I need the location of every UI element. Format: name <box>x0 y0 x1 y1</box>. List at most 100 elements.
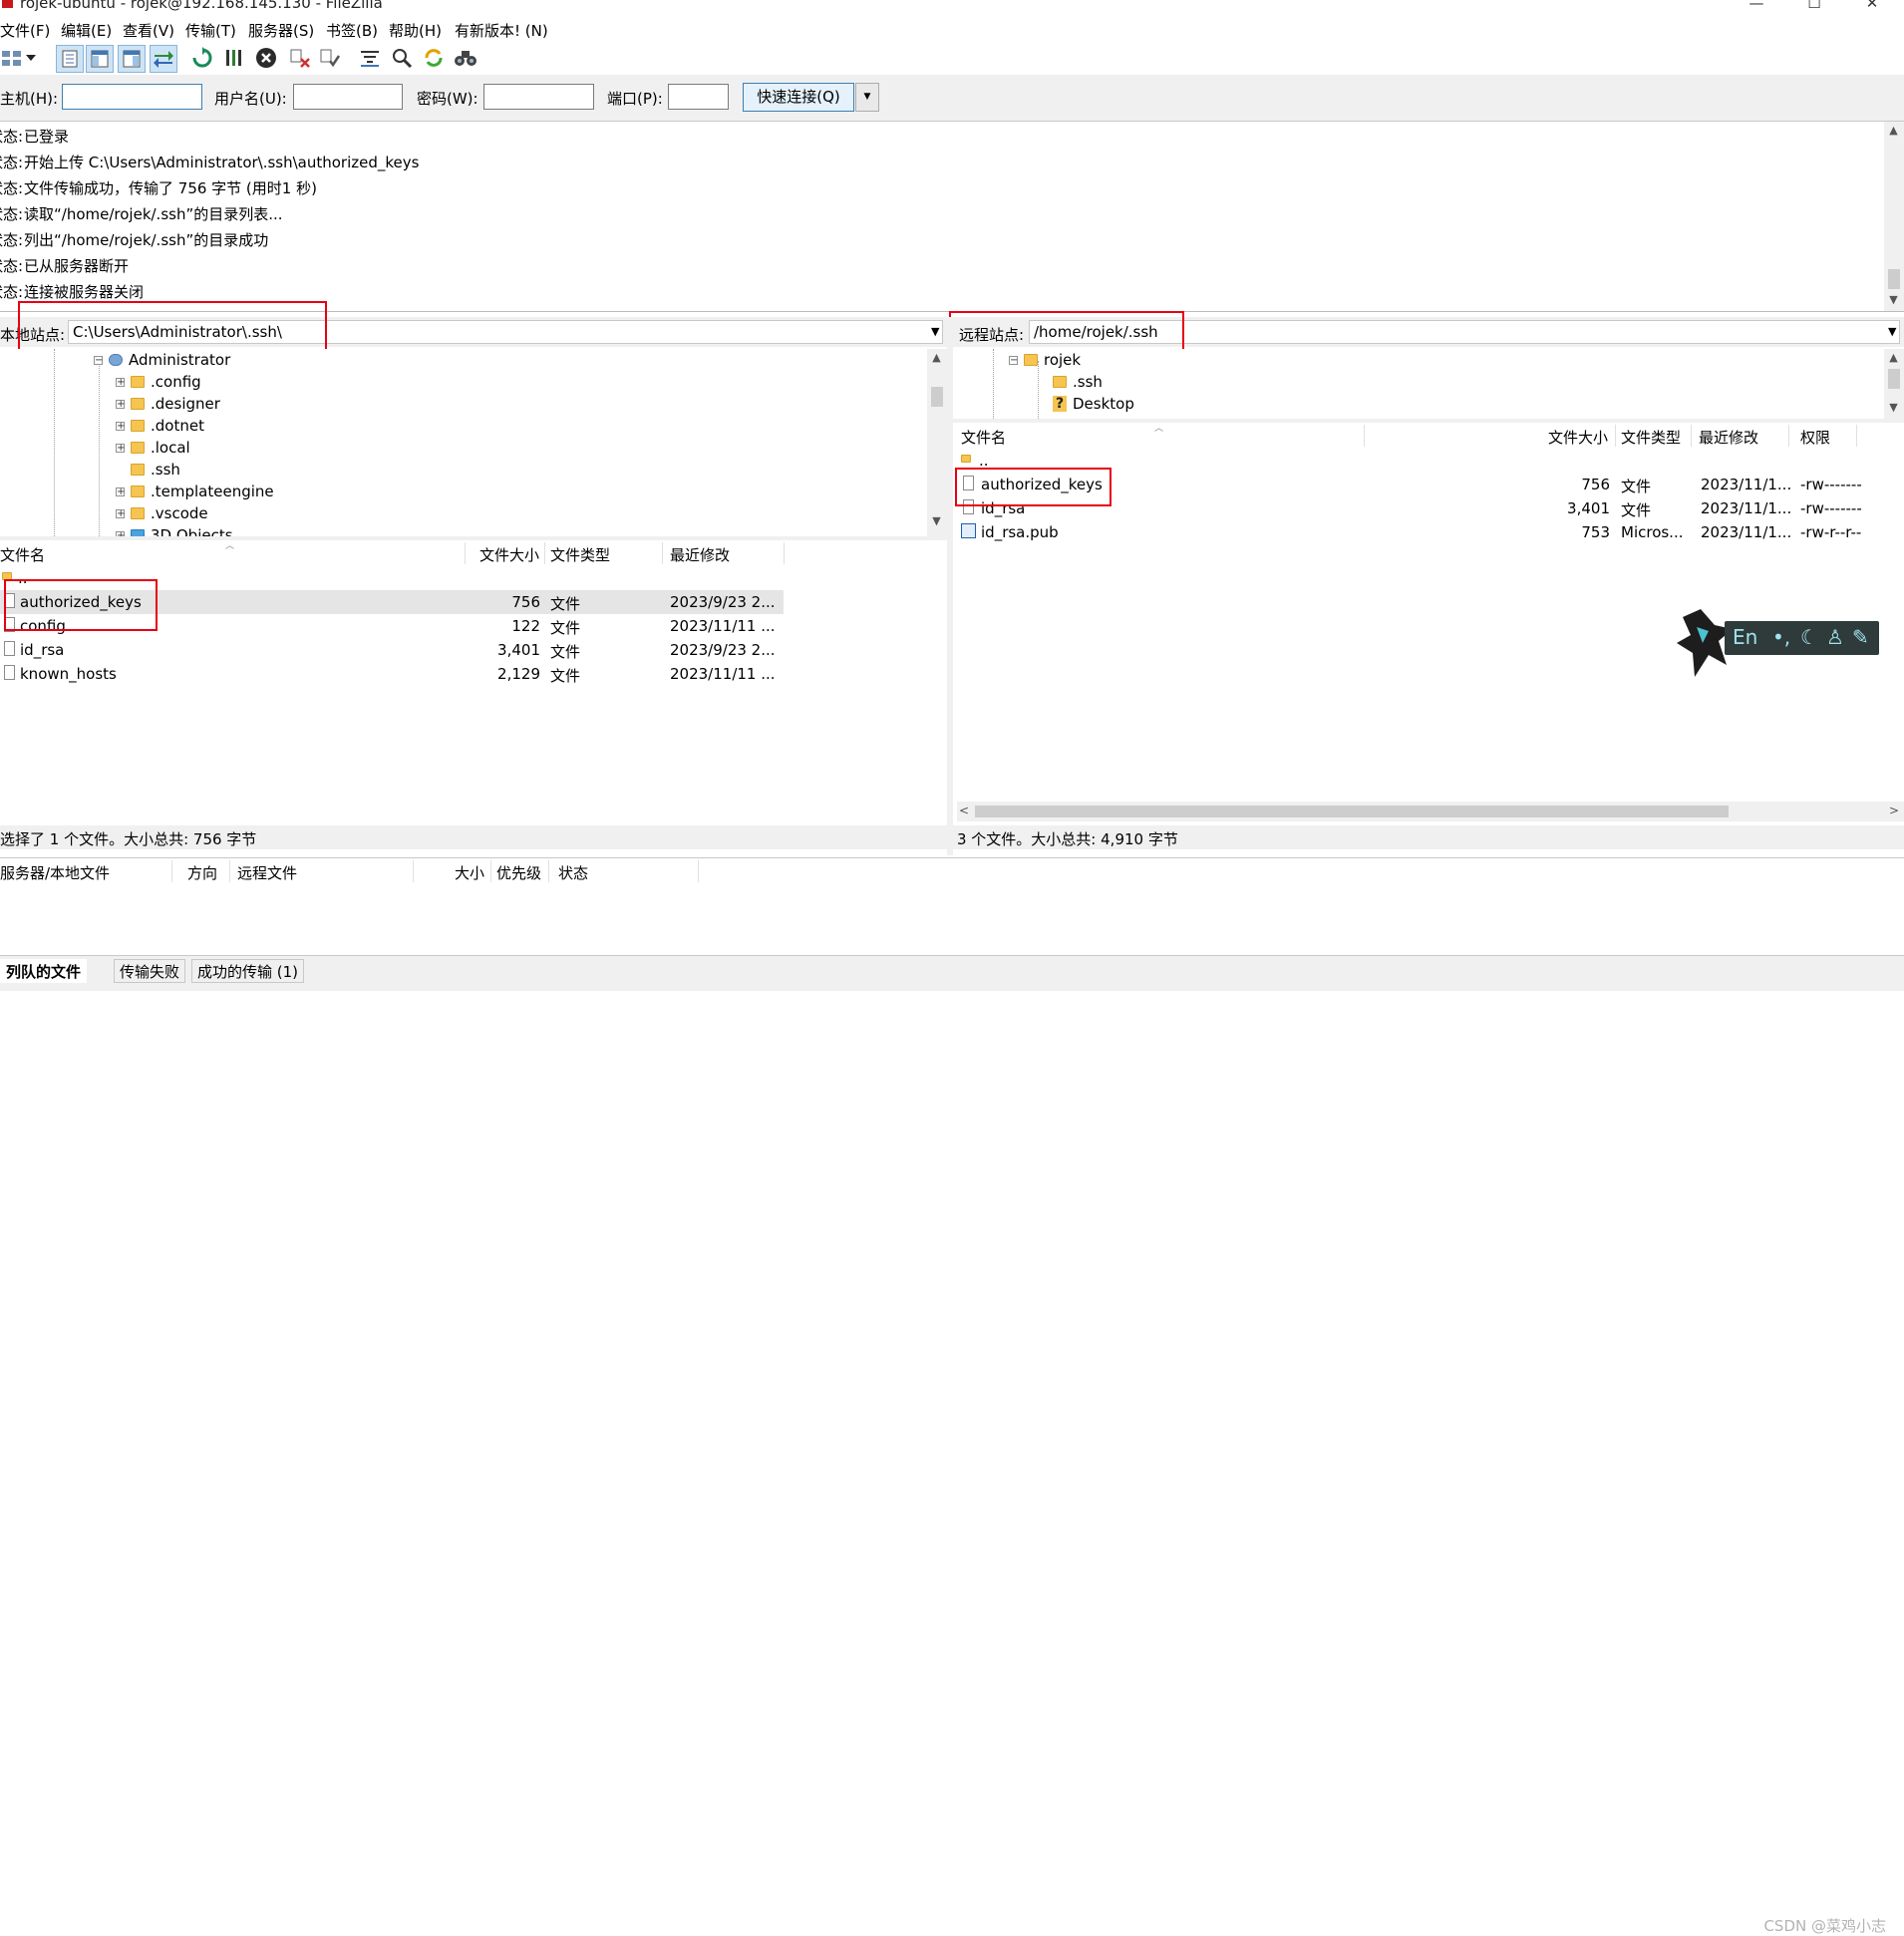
column-separator[interactable] <box>1691 425 1692 447</box>
remote-path-input[interactable]: /home/rojek/.ssh <box>1029 320 1900 344</box>
ime-toolbar-widget[interactable]: En •, ☾ ♙ ✎ <box>1675 607 1879 677</box>
column-separator[interactable] <box>1364 425 1365 447</box>
local-tree-scrollbar[interactable]: ▲ ▼ <box>927 349 947 536</box>
tree-item-desktop[interactable]: ? Desktop <box>1053 393 1134 415</box>
username-input[interactable] <box>293 84 403 110</box>
menu-view[interactable]: 查看(V) <box>123 20 174 41</box>
tab-successful-transfers[interactable]: 成功的传输 (1) <box>191 959 305 983</box>
tree-item-3d-objects[interactable]: +3D Objects <box>116 524 233 536</box>
menu-help[interactable]: 帮助(H) <box>389 20 442 41</box>
queue-column-remote[interactable]: 远程文件 <box>237 862 297 883</box>
scroll-left-icon[interactable]: < <box>959 804 969 817</box>
tree-item-ssh[interactable]: .ssh <box>1053 371 1103 393</box>
scroll-thumb[interactable] <box>931 387 943 407</box>
scroll-thumb[interactable] <box>1888 369 1900 389</box>
toggle-queue-icon[interactable] <box>150 45 177 73</box>
expand-icon[interactable]: + <box>116 508 125 518</box>
column-filename[interactable]: 文件名 <box>961 427 1006 448</box>
table-row[interactable]: known_hosts 2,129 文件 2023/11/11 ... <box>0 662 784 686</box>
column-modified[interactable]: 最近修改 <box>670 544 730 565</box>
tree-item-local[interactable]: + .local <box>116 437 190 459</box>
menu-file[interactable]: 文件(F) <box>0 20 50 41</box>
disconnect-icon[interactable] <box>287 45 313 71</box>
search-icon[interactable] <box>453 45 478 71</box>
table-row[interactable]: id_rsa 3,401 文件 2023/9/23 2... <box>0 638 784 662</box>
scroll-down-icon[interactable]: ▼ <box>928 514 945 527</box>
expand-icon[interactable]: + <box>116 377 125 387</box>
process-queue-icon[interactable] <box>221 45 247 71</box>
password-input[interactable] <box>483 84 594 110</box>
local-path-dropdown-icon[interactable]: ▼ <box>931 325 939 338</box>
scroll-up-icon[interactable]: ▲ <box>1885 351 1902 364</box>
column-separator[interactable] <box>229 860 230 882</box>
table-row[interactable]: id_rsa.pub 753 Micros... 2023/11/1... -r… <box>953 520 1904 544</box>
filter-icon[interactable] <box>357 45 383 71</box>
expand-icon[interactable]: + <box>116 486 125 496</box>
collapse-icon[interactable]: − <box>1009 355 1018 365</box>
site-manager-icon[interactable] <box>0 45 26 71</box>
table-row[interactable]: id_rsa 3,401 文件 2023/11/1... -rw------- <box>953 496 1904 520</box>
remote-path-dropdown-icon[interactable]: ▼ <box>1888 325 1896 338</box>
quickconnect-dropdown-icon[interactable]: ▼ <box>855 83 879 112</box>
punctuation-icon[interactable]: •, <box>1772 625 1790 649</box>
tree-item-ssh[interactable]: .ssh <box>116 459 180 481</box>
column-separator[interactable] <box>413 860 414 882</box>
column-separator[interactable] <box>784 542 785 564</box>
moon-icon[interactable]: ☾ <box>1800 625 1818 649</box>
queue-column-priority[interactable]: 优先级 <box>496 862 541 883</box>
reconnect-icon[interactable] <box>317 45 343 71</box>
column-permissions[interactable]: 权限 <box>1800 427 1830 448</box>
menu-transfer[interactable]: 传输(T) <box>185 20 236 41</box>
menu-edit[interactable]: 编辑(E) <box>61 20 112 41</box>
column-separator[interactable] <box>662 542 663 564</box>
toggle-remote-tree-icon[interactable] <box>118 45 146 73</box>
column-modified[interactable]: 最近修改 <box>1699 427 1758 448</box>
tab-queued-files[interactable]: 列队的文件 <box>0 959 88 983</box>
toggle-compare-icon[interactable] <box>389 45 415 71</box>
scroll-down-icon[interactable]: ▼ <box>1885 401 1902 414</box>
collapse-icon[interactable]: − <box>94 355 103 365</box>
expand-icon[interactable]: + <box>116 421 125 431</box>
tab-failed-transfers[interactable]: 传输失败 <box>114 959 186 983</box>
dropdown-arrow-icon[interactable] <box>24 45 38 71</box>
minimize-button[interactable]: — <box>1737 0 1776 12</box>
wrench-icon[interactable]: ✎ <box>1852 625 1869 649</box>
column-separator[interactable] <box>544 542 545 564</box>
local-path-input[interactable]: C:\Users\Administrator\.ssh\ <box>68 320 943 344</box>
ime-toolbar[interactable]: En •, ☾ ♙ ✎ <box>1725 621 1879 655</box>
table-row[interactable]: .. <box>953 449 1904 473</box>
menu-new-version[interactable]: 有新版本! (N) <box>455 20 548 41</box>
scroll-down-icon[interactable]: ▼ <box>1885 293 1902 306</box>
queue-column-size[interactable]: 大小 <box>455 862 484 883</box>
column-filetype[interactable]: 文件类型 <box>1621 427 1681 448</box>
queue-column-status[interactable]: 状态 <box>558 862 588 883</box>
tree-item-dotnet[interactable]: + .dotnet <box>116 415 204 437</box>
queue-column-direction[interactable]: 方向 <box>187 862 217 883</box>
scroll-up-icon[interactable]: ▲ <box>928 351 945 364</box>
port-input[interactable] <box>668 84 729 110</box>
column-separator[interactable] <box>465 542 466 564</box>
scroll-up-icon[interactable]: ▲ <box>1885 124 1902 137</box>
cancel-icon[interactable] <box>253 45 279 71</box>
expand-icon[interactable]: + <box>116 399 125 409</box>
queue-column-local[interactable]: 服务器/本地文件 <box>0 862 110 883</box>
toggle-log-icon[interactable] <box>56 45 84 73</box>
menu-server[interactable]: 服务器(S) <box>248 20 314 41</box>
column-separator[interactable] <box>1856 425 1857 447</box>
tree-item-rojek[interactable]: − rojek <box>1009 349 1081 371</box>
scroll-thumb[interactable] <box>1888 269 1900 289</box>
sync-browse-icon[interactable] <box>421 45 447 71</box>
menu-bookmarks[interactable]: 书签(B) <box>326 20 378 41</box>
column-separator[interactable] <box>171 860 172 882</box>
tree-item-administrator[interactable]: − Administrator <box>94 349 230 371</box>
user-icon[interactable]: ♙ <box>1826 625 1844 649</box>
language-indicator[interactable]: En <box>1733 625 1757 649</box>
scroll-right-icon[interactable]: > <box>1889 804 1899 817</box>
close-button[interactable]: ✕ <box>1852 0 1892 12</box>
remote-horizontal-scrollbar[interactable]: < > <box>957 802 1904 821</box>
column-filesize[interactable]: 文件大小 <box>1548 427 1608 448</box>
refresh-icon[interactable] <box>189 45 215 71</box>
column-separator[interactable] <box>548 860 549 882</box>
tree-item-vscode[interactable]: + .vscode <box>116 502 208 524</box>
column-separator[interactable] <box>490 860 491 882</box>
